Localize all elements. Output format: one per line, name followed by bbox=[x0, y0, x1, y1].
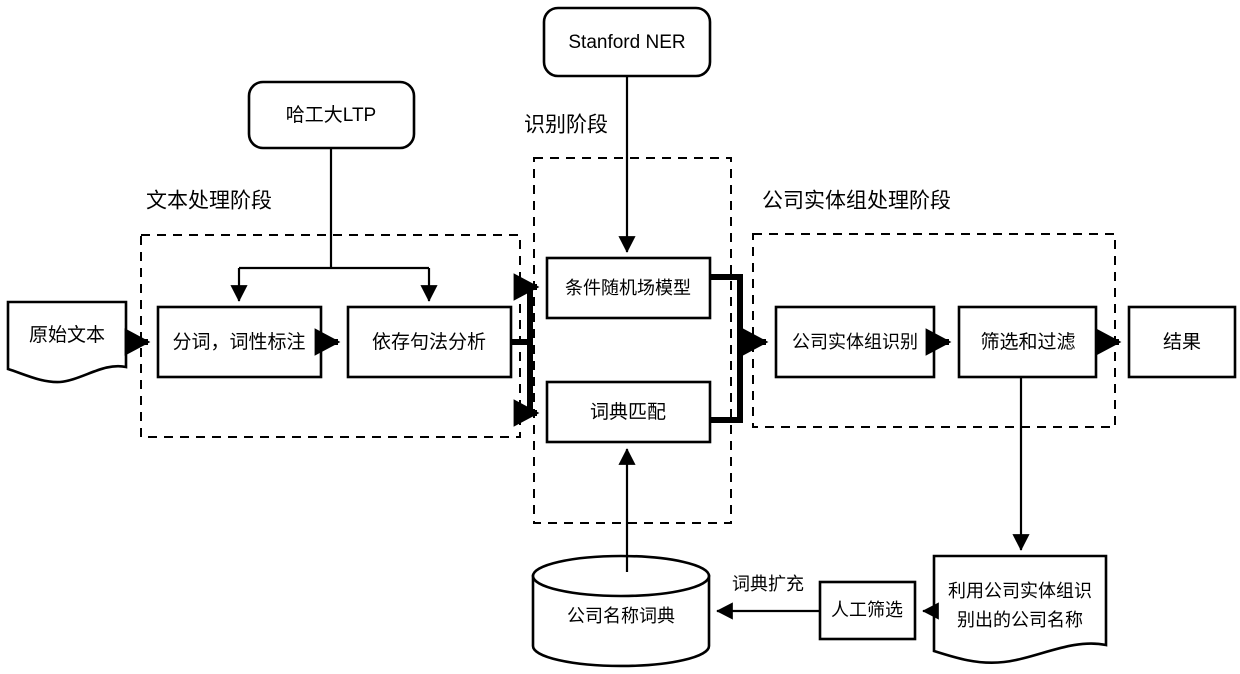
phase-label-company-entity-group: 公司实体组处理阶段 bbox=[762, 190, 951, 213]
node-screen-and-filter-label: 筛选和过滤 bbox=[980, 331, 1075, 353]
node-raw-text-label: 原始文本 bbox=[29, 324, 105, 346]
phase-label-recognition: 识别阶段 bbox=[524, 114, 608, 137]
node-manual-screen-label: 人工筛选 bbox=[831, 600, 903, 620]
edge-crf-to-merge bbox=[710, 274, 743, 342]
node-company-group-recognition-label: 公司实体组识别 bbox=[792, 332, 918, 352]
edge-dict-match-to-merge bbox=[710, 342, 743, 423]
node-dependency-parse-label: 依存句法分析 bbox=[372, 331, 486, 353]
node-result-label: 结果 bbox=[1163, 331, 1201, 353]
node-stanford-ner-label: Stanford NER bbox=[568, 32, 685, 53]
flowchart-canvas: 文本处理阶段 识别阶段 公司实体组处理阶段 Stanford NER 哈工大LT… bbox=[0, 0, 1240, 674]
flowchart-svg: 文本处理阶段 识别阶段 公司实体组处理阶段 Stanford NER 哈工大LT… bbox=[6, 6, 1237, 668]
node-dict-match-label: 词典匹配 bbox=[590, 401, 666, 423]
node-recognized-names-line2: 别出的公司名称 bbox=[957, 610, 1083, 630]
node-crf-model-label: 条件随机场模型 bbox=[565, 278, 691, 298]
edge-label-dict-expand: 词典扩充 bbox=[732, 574, 804, 594]
node-segmentation-label: 分词，词性标注 bbox=[172, 331, 305, 353]
node-ltp-label: 哈工大LTP bbox=[286, 104, 376, 126]
node-recognized-names-line1: 利用公司实体组识 bbox=[948, 581, 1092, 601]
phase-label-text-processing: 文本处理阶段 bbox=[146, 190, 272, 213]
node-company-dict-label: 公司名称词典 bbox=[567, 606, 675, 626]
phase-box-recognition bbox=[533, 157, 732, 524]
